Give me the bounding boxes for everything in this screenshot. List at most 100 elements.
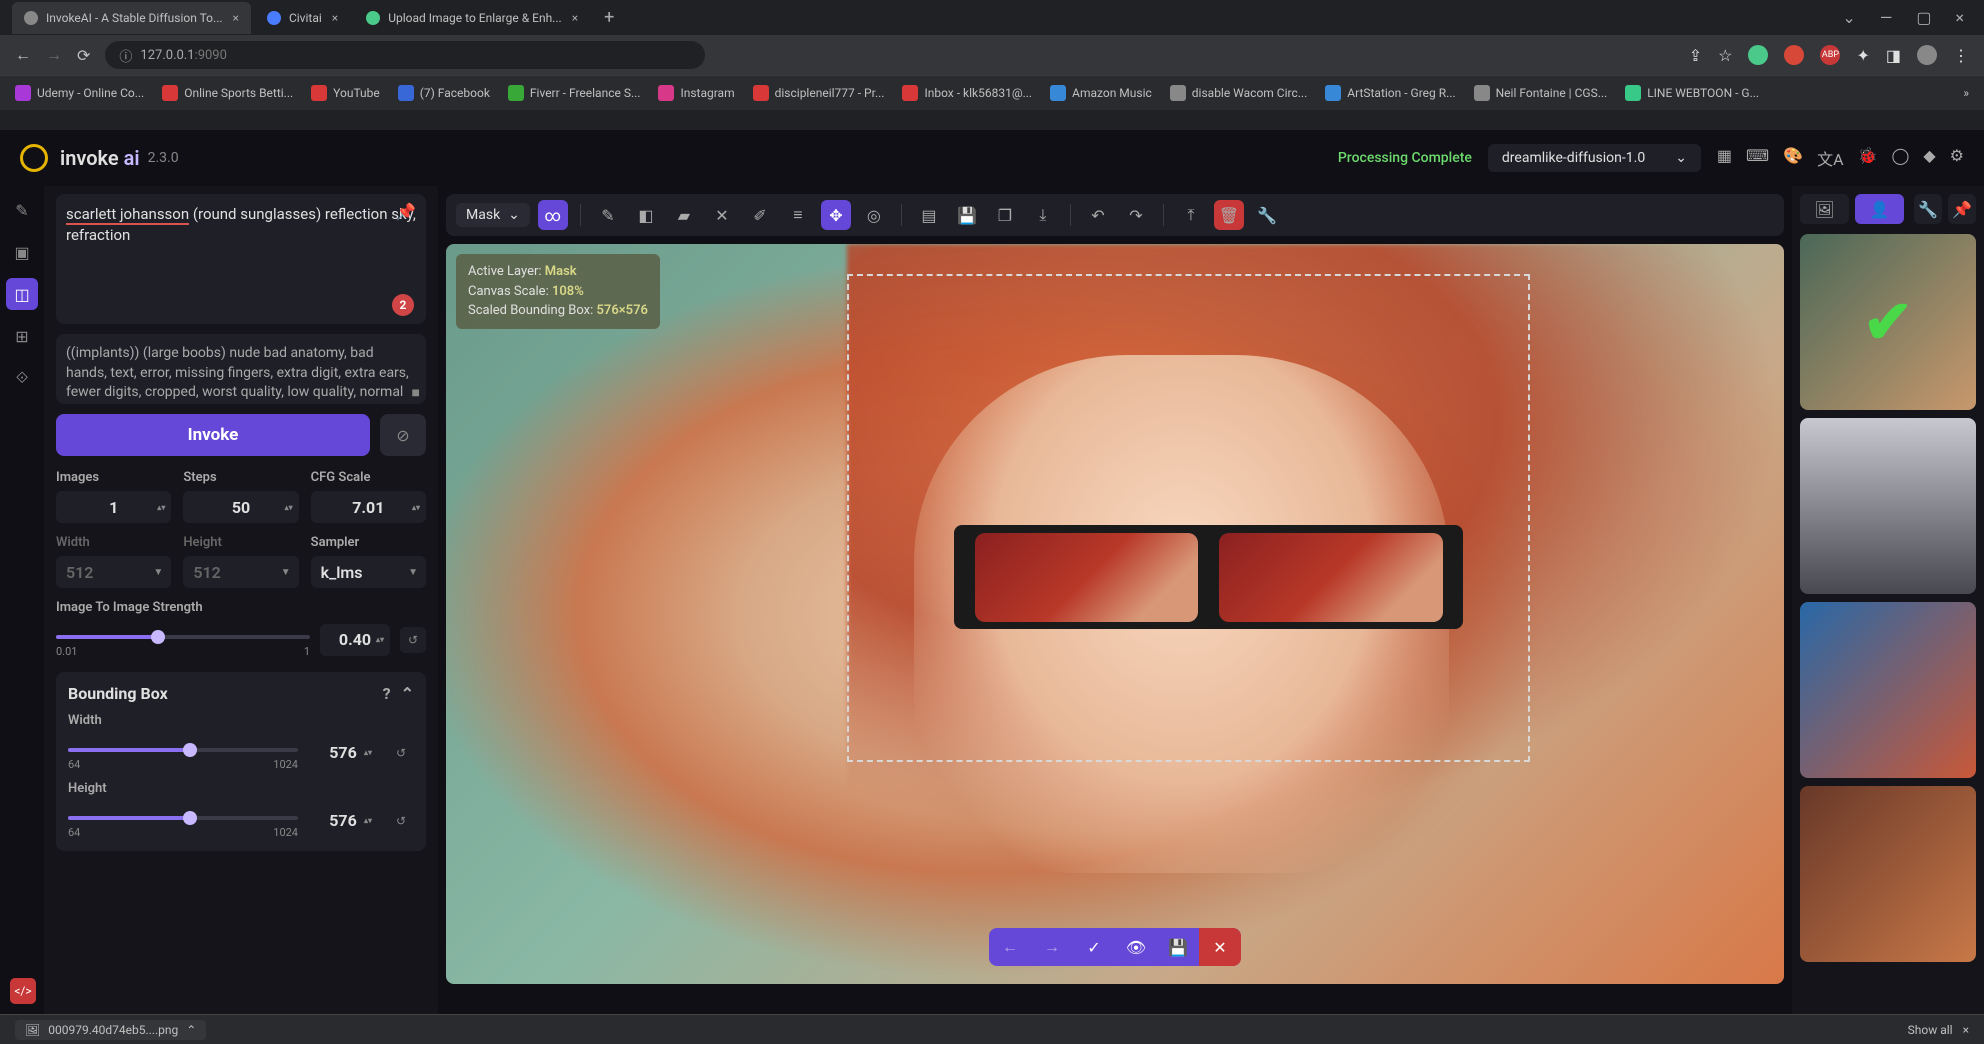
eraser-icon[interactable]: ◧ (631, 200, 661, 230)
height-select[interactable]: 512 (183, 556, 298, 588)
save-staged-icon[interactable]: 💾 (1157, 928, 1199, 966)
gallery-thumb[interactable]: ✔ (1800, 234, 1976, 410)
bookmark[interactable]: discipleneil777 - Pr... (753, 85, 885, 101)
gallery-settings-icon[interactable]: 🔧 (1914, 194, 1942, 224)
close-icon[interactable]: × (1955, 8, 1964, 27)
bounding-box-overlay[interactable] (847, 274, 1529, 762)
bookmarks-overflow-icon[interactable]: » (1963, 86, 1969, 100)
move-icon[interactable]: ✥ (821, 200, 851, 230)
bookmark[interactable]: ArtStation - Greg R... (1325, 85, 1455, 101)
merge-icon[interactable]: ▤ (914, 200, 944, 230)
gallery-thumb[interactable] (1800, 418, 1976, 594)
extension-icon[interactable] (1748, 45, 1768, 65)
adblock-icon[interactable]: ABP (1820, 45, 1840, 65)
close-icon[interactable]: × (572, 11, 578, 25)
sampler-select[interactable]: k_lms (311, 556, 426, 588)
bbox-height-input[interactable]: 576▴▾ (308, 805, 378, 837)
forward-icon[interactable]: → (46, 45, 62, 65)
wrench-icon[interactable]: 🔧 (1252, 200, 1282, 230)
eyedropper-icon[interactable]: ✐ (745, 200, 775, 230)
cfg-input[interactable]: 7.01▴▾ (311, 491, 426, 523)
prompt-input[interactable]: scarlett johansson (round sunglasses) re… (56, 194, 426, 324)
address-bar[interactable]: ⓘ 127.0.0.1:9090 (105, 41, 705, 69)
download-item[interactable]: 🖼 000979.40d74eb5....png ⌃ (15, 1020, 206, 1040)
discord-icon[interactable]: ◆ (1923, 146, 1935, 170)
reset-icon[interactable]: ↺ (400, 627, 426, 653)
accept-icon[interactable]: ✓ (1073, 928, 1115, 966)
cancel-button[interactable]: ⊘ (380, 414, 426, 456)
close-icon[interactable]: × (332, 11, 338, 25)
delete-icon[interactable]: 🗑 (1214, 200, 1244, 230)
gallery-pin-icon[interactable]: 📌 (1948, 194, 1976, 224)
close-icon[interactable]: × (1963, 1023, 1969, 1037)
bookmark[interactable]: Neil Fontaine | CGS... (1474, 85, 1608, 101)
next-icon[interactable]: → (1031, 928, 1073, 966)
bbox-width-slider[interactable] (68, 748, 298, 752)
bug-icon[interactable]: 🐞 (1858, 146, 1878, 170)
unified-canvas-icon[interactable]: ◫ (6, 278, 38, 310)
bbox-height-slider[interactable] (68, 816, 298, 820)
chevron-up-icon[interactable]: ⌃ (186, 1023, 196, 1037)
i2i-strength-slider[interactable] (56, 635, 310, 639)
postprocess-icon[interactable]: ⟐ (6, 362, 38, 394)
layer-select[interactable]: Mask⌄ (456, 203, 530, 227)
brush-link-icon[interactable]: ∞ (538, 200, 568, 230)
image-to-image-icon[interactable]: ▣ (6, 236, 38, 268)
palette-icon[interactable]: 🎨 (1783, 146, 1803, 170)
bookmark[interactable]: Udemy - Online Co... (15, 85, 144, 101)
new-tab-button[interactable]: + (594, 7, 624, 28)
gallery-user-icon[interactable]: 👤 (1855, 194, 1904, 224)
bookmark[interactable]: disable Wacom Circ... (1170, 85, 1307, 101)
extension-icon[interactable] (1784, 45, 1804, 65)
model-selector[interactable]: dreamlike-diffusion-1.0 ⌄ (1488, 144, 1701, 172)
gallery-results-icon[interactable]: 🖼 (1800, 194, 1849, 224)
reset-icon[interactable]: ↺ (388, 740, 414, 766)
download-icon[interactable]: ⤓ (1028, 200, 1058, 230)
profile-icon[interactable] (1917, 45, 1937, 65)
width-select[interactable]: 512 (56, 556, 171, 588)
cube-icon[interactable]: ▦ (1717, 146, 1732, 170)
reset-icon[interactable]: ↺ (388, 808, 414, 834)
browser-tab[interactable]: InvokeAI - A Stable Diffusion To... × (12, 2, 251, 34)
bookmark[interactable]: YouTube (311, 85, 380, 101)
share-icon[interactable]: ⇪ (1689, 46, 1702, 65)
text-to-image-icon[interactable]: ✎ (6, 194, 38, 226)
bookmark[interactable]: Instagram (658, 85, 734, 101)
steps-input[interactable]: 50▴▾ (183, 491, 298, 523)
undo-icon[interactable]: ↶ (1083, 200, 1113, 230)
browser-tab[interactable]: Upload Image to Enlarge & Enh... × (354, 2, 590, 34)
lines-icon[interactable]: ≡ (783, 200, 813, 230)
images-input[interactable]: 1▴▾ (56, 491, 171, 523)
canvas-viewport[interactable]: Active Layer: Mask Canvas Scale: 108% Sc… (446, 244, 1784, 984)
bookmark[interactable]: Fiverr - Freelance S... (508, 85, 641, 101)
bookmark[interactable]: Inbox - klk56831@... (902, 85, 1032, 101)
bookmark[interactable]: (7) Facebook (398, 85, 490, 101)
star-icon[interactable]: ☆ (1718, 46, 1732, 65)
back-icon[interactable]: ← (15, 45, 31, 65)
bbox-width-input[interactable]: 576▴▾ (308, 737, 378, 769)
nodes-icon[interactable]: ⊞ (6, 320, 38, 352)
minimize-icon[interactable]: — (1880, 8, 1893, 27)
github-icon[interactable]: ◯ (1891, 146, 1909, 170)
show-all-link[interactable]: Show all (1908, 1023, 1953, 1037)
settings-icon[interactable]: ⚙ (1950, 146, 1964, 170)
language-icon[interactable]: 文A (1817, 146, 1843, 170)
i2i-strength-input[interactable]: 0.40▴▾ (320, 624, 390, 656)
bookmark[interactable]: Amazon Music (1050, 85, 1152, 101)
redo-icon[interactable]: ↷ (1121, 200, 1151, 230)
chevron-down-icon[interactable]: ⌄ (1842, 8, 1855, 27)
fill-icon[interactable]: ▰ (669, 200, 699, 230)
gallery-thumb[interactable] (1800, 602, 1976, 778)
brush-icon[interactable]: ✎ (593, 200, 623, 230)
upload-icon[interactable]: ⤒ (1176, 200, 1206, 230)
dev-toggle-icon[interactable]: </> (10, 978, 36, 1004)
menu-icon[interactable]: ⋮ (1953, 46, 1969, 65)
bookmark[interactable]: LINE WEBTOON - G... (1625, 85, 1759, 101)
help-icon[interactable]: ? (383, 684, 391, 703)
extensions-icon[interactable]: ✦ (1856, 46, 1869, 65)
discard-icon[interactable]: ✕ (1199, 928, 1241, 966)
show-hide-icon[interactable]: 👁 (1115, 928, 1157, 966)
target-icon[interactable]: ◎ (859, 200, 889, 230)
maximize-icon[interactable]: ▢ (1916, 8, 1931, 27)
bookmark[interactable]: Online Sports Betti... (162, 85, 293, 101)
